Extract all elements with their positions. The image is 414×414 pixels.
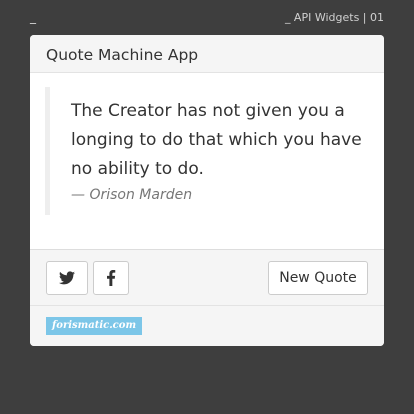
app-title: Quote Machine App (46, 46, 199, 64)
card-footer: New Quote (30, 249, 384, 305)
card-bottom-bar: forismatic.com (30, 305, 384, 346)
quote-blockquote: The Creator has not given you a longing … (45, 87, 370, 215)
quote-author: — Orison Marden (71, 187, 193, 203)
card-header: Quote Machine App (30, 35, 384, 73)
tweet-button[interactable] (46, 261, 88, 295)
facebook-icon (107, 270, 116, 286)
new-quote-button[interactable]: New Quote (268, 261, 368, 295)
window-title: _ API Widgets | 01 (284, 11, 384, 24)
twitter-icon (59, 271, 75, 285)
facebook-share-button[interactable] (93, 261, 129, 295)
quote-text: The Creator has not given you a longing … (71, 101, 362, 179)
forismatic-logo-link[interactable]: forismatic.com (46, 317, 142, 335)
quote-card: Quote Machine App The Creator has not gi… (30, 35, 384, 346)
window-dash: _ (30, 10, 36, 24)
